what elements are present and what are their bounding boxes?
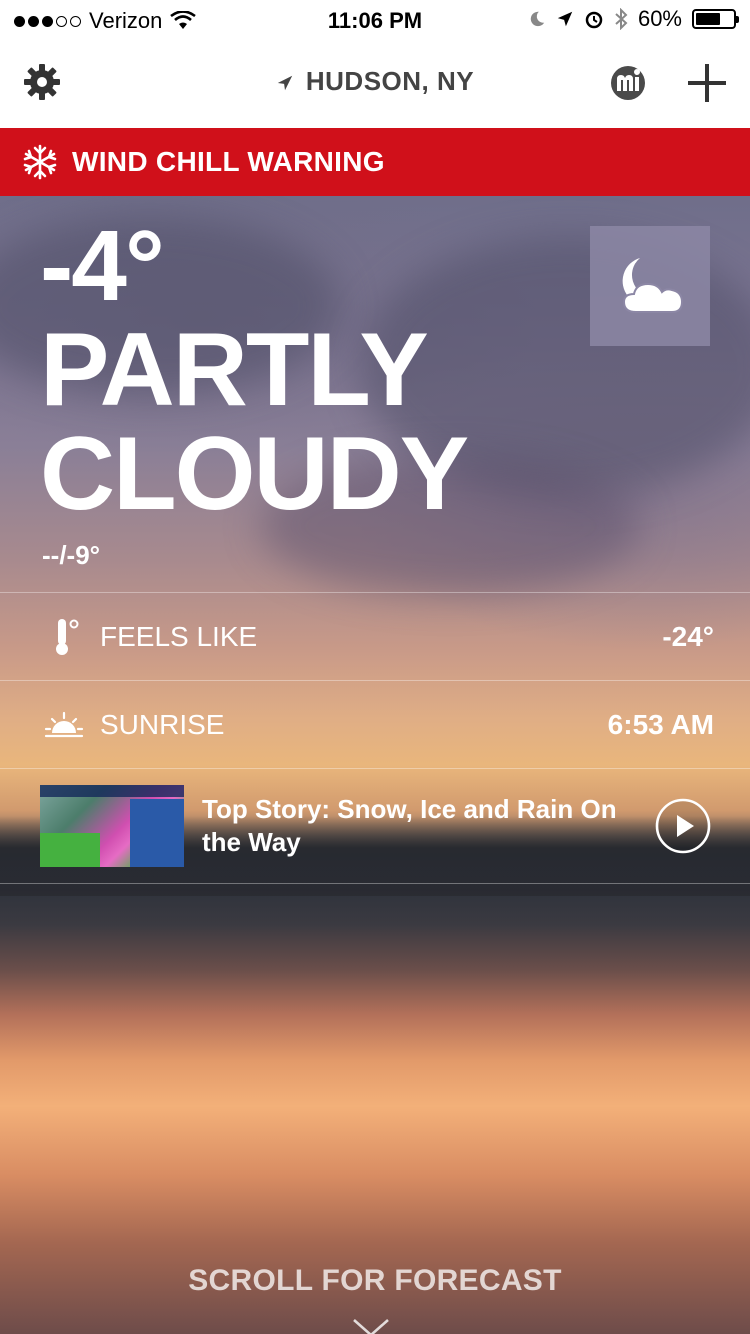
- feels-like-row: FEELS LIKE -24°: [0, 592, 750, 680]
- top-story-item[interactable]: Top Story: Snow, Ice and Rain On the Way: [0, 768, 750, 884]
- sunrise-row: SUNRISE 6:53 AM: [0, 680, 750, 768]
- condition-line-2: CLOUDY: [40, 416, 469, 532]
- feels-like-label: FEELS LIKE: [100, 621, 258, 652]
- mi-logo-icon[interactable]: [608, 62, 648, 102]
- moon-cloud-icon: [590, 226, 710, 346]
- bluetooth-icon: [615, 8, 628, 30]
- chevron-down-icon[interactable]: [352, 1318, 390, 1334]
- plus-icon[interactable]: [686, 62, 728, 104]
- wind-chill-warning-banner[interactable]: WIND CHILL WARNING: [0, 128, 750, 196]
- battery-icon: [692, 9, 739, 29]
- scroll-for-forecast-label[interactable]: SCROLL FOR FORECAST: [0, 1264, 750, 1298]
- condition-text: PARTLY CLOUDY: [40, 312, 469, 532]
- battery-percent: 60%: [637, 6, 682, 31]
- snowflake-icon: [23, 144, 57, 180]
- location-name: HUDSON, NY: [305, 66, 475, 96]
- sunrise-label: SUNRISE: [100, 709, 225, 740]
- location-arrow-icon: [277, 75, 293, 91]
- current-conditions-panel: -4° PARTLY CLOUDY --/-9° FEELS LIKE -24°: [0, 196, 750, 1334]
- do-not-disturb-moon-icon: [530, 11, 545, 27]
- thermometer-icon: [56, 619, 79, 655]
- sunrise-value: 6:53 AM: [607, 709, 714, 740]
- story-thumbnail: [40, 785, 184, 867]
- feels-like-value: -24°: [662, 621, 714, 652]
- sunrise-icon: [44, 711, 84, 738]
- alarm-icon: [585, 11, 603, 29]
- play-icon[interactable]: [654, 797, 712, 855]
- current-temperature: -4°: [40, 210, 165, 322]
- status-bar: Verizon 11:06 PM 60%: [0, 0, 750, 40]
- story-title: Top Story: Snow, Ice and Rain On the Way: [202, 794, 617, 857]
- alert-text: WIND CHILL WARNING: [72, 146, 385, 177]
- condition-line-1: PARTLY: [40, 312, 429, 428]
- status-right: 60%: [528, 6, 739, 32]
- high-low-temperature: --/-9°: [42, 540, 101, 570]
- nav-bar: HUDSON, NY: [0, 40, 750, 128]
- location-services-icon: [557, 11, 573, 27]
